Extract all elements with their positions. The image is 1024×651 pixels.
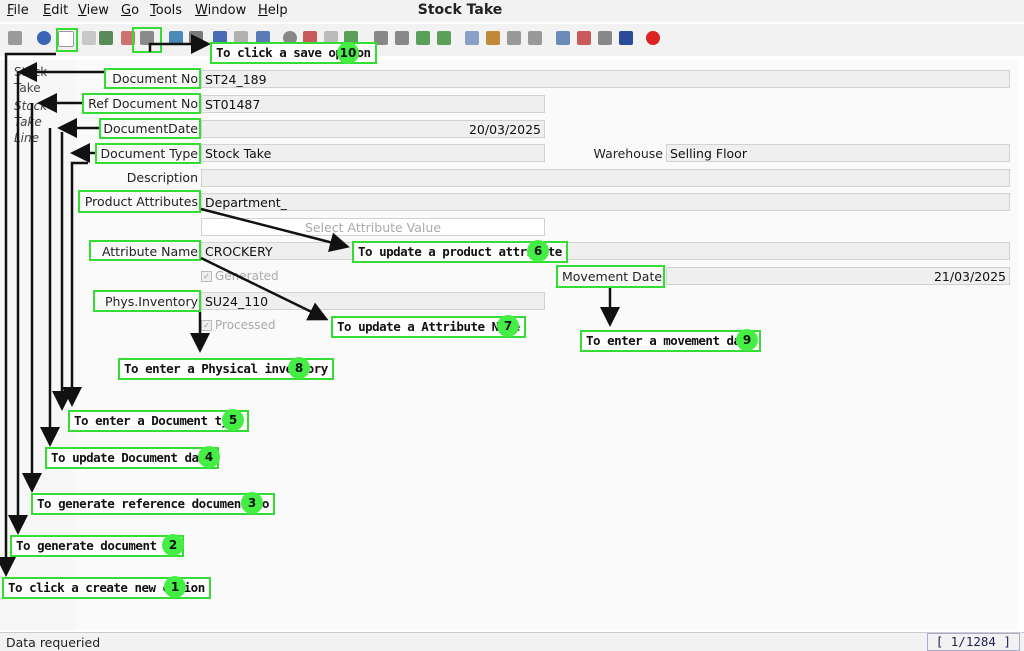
annotation-7-badge: 7 [497, 315, 519, 337]
status-bar: Data requeried [ 1/1284 ] [0, 632, 1024, 651]
annotation-9-note: To enter a movement date [580, 330, 761, 352]
annotation-3-note: To generate reference document no [31, 493, 275, 515]
record-count[interactable]: [ 1/1284 ] [926, 633, 1020, 651]
annotation-8-badge: 8 [288, 357, 310, 379]
annotation-2-note: To generate document no [10, 535, 184, 557]
annotation-2-badge: 2 [162, 534, 184, 556]
annotation-1-badge: 1 [164, 576, 186, 598]
annotation-5-badge: 5 [222, 409, 244, 431]
annotation-9-badge: 9 [736, 329, 758, 351]
annotation-10-badge: 10 [337, 42, 359, 64]
annotation-4-badge: 4 [198, 446, 220, 468]
annotation-3-badge: 3 [241, 492, 263, 514]
annotation-6-badge: 6 [527, 240, 549, 262]
annotation-4-note: To update Document date [45, 447, 219, 469]
status-message: Data requeried [6, 635, 101, 650]
